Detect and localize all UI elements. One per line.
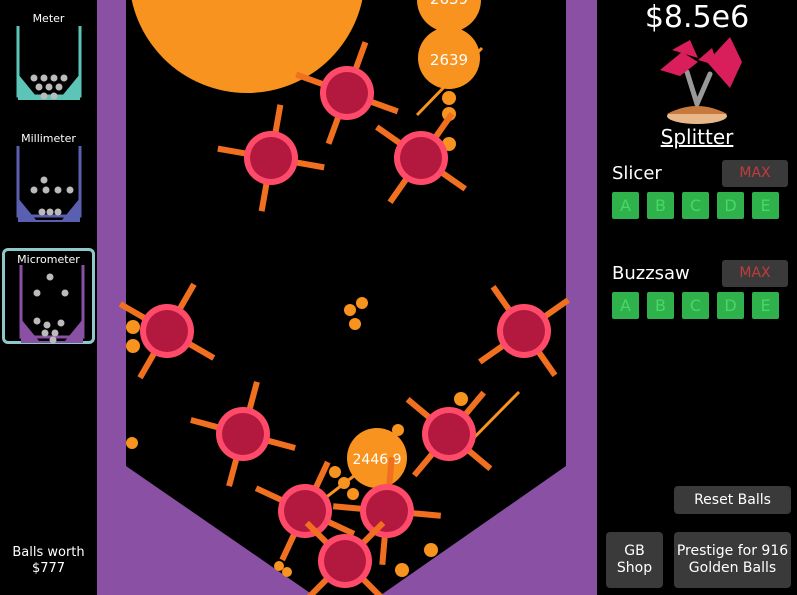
tier-micrometer[interactable]: Micrometer [2,248,95,344]
buzzsaw-upgrade-b[interactable]: B [647,292,674,319]
buzzsaw-upgrade-c[interactable]: C [682,292,709,319]
micrometer-container-icon [19,265,85,344]
machine-name[interactable]: Splitter [597,125,797,149]
upgrade-name-slicer: Slicer [612,163,662,184]
money-display: $8.5e6 [644,0,750,35]
balls-worth: Balls worth $777 [0,545,97,577]
tier-meter[interactable]: Meter [2,4,95,100]
upgrade-name-buzzsaw: Buzzsaw [612,263,690,284]
buzzsaw-upgrade-a[interactable]: A [612,292,639,319]
balls-worth-value: $777 [31,561,66,576]
slicer-upgrade-a[interactable]: A [612,192,639,219]
prestige-button[interactable]: Prestige for 916 Golden Balls [674,532,791,588]
tier-label: Millimeter [21,132,76,145]
board-canvas[interactable]: 2639 2639 2446.9 [97,0,597,595]
buzzsaw-upgrade-d[interactable]: D [717,292,744,319]
shop-panel: $8.5e6 Splitter Slicer MAX A B C D E Buz… [597,0,797,595]
slicer-upgrade-d[interactable]: D [717,192,744,219]
gb-shop-button[interactable]: GB Shop [606,532,663,588]
ball-value: 2639 [430,0,468,8]
slicer-upgrade-c[interactable]: C [682,192,709,219]
meter-container-icon [16,26,82,100]
buzzsaw-upgrade-e[interactable]: E [752,292,779,319]
slicer-upgrade-b[interactable]: B [647,192,674,219]
tier-label: Meter [32,12,65,25]
prestige-label-2: Golden Balls [688,560,777,576]
buzzsaw-max-button[interactable]: MAX [722,260,788,287]
tier-panel: Meter Millimeter Micrometer Balls worth [0,0,97,595]
gb-shop-label-1: GB [624,543,645,559]
slicer-max-button[interactable]: MAX [722,160,788,187]
slicer-upgrade-e[interactable]: E [752,192,779,219]
tier-millimeter[interactable]: Millimeter [2,124,95,222]
game-board[interactable]: 2639 2639 2446.9 [97,0,597,595]
ball-2446-9: 2446.9 [347,428,407,488]
balls-worth-label: Balls worth [12,545,85,560]
gb-shop-label-2: Shop [616,560,653,576]
millimeter-container-icon [16,146,82,222]
reset-balls-button[interactable]: Reset Balls [674,486,791,514]
splitter-machine-icon[interactable] [652,32,752,124]
prestige-label-1: Prestige for 916 [676,543,789,559]
